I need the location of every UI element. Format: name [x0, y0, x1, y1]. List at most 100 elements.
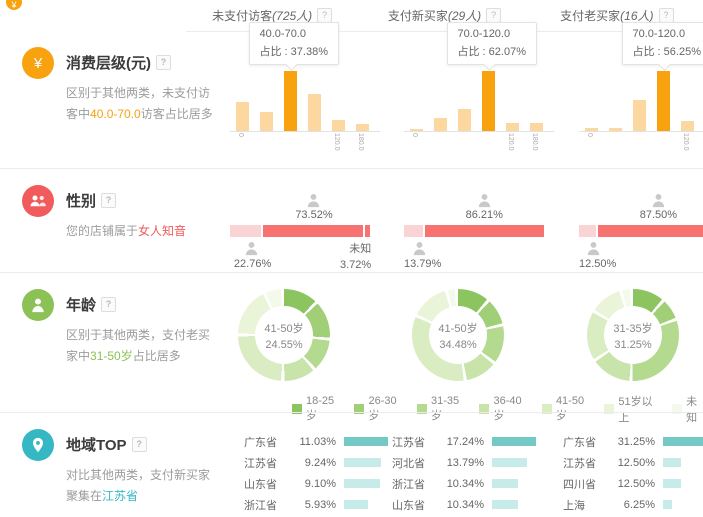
tooltip-value: 占比 : 62.07%	[458, 43, 526, 59]
region-bar[interactable]	[344, 458, 381, 467]
age-chart-new[interactable]: 41-50岁34.48%	[390, 273, 555, 413]
region-row: 浙江省10.34%	[392, 475, 550, 492]
tick-cell	[308, 133, 321, 155]
region-bar[interactable]	[663, 479, 681, 488]
region-bar[interactable]	[344, 437, 388, 446]
tick-cell: 120.0	[506, 133, 519, 155]
bar[interactable]	[458, 109, 471, 131]
help-icon[interactable]: ?	[132, 437, 147, 452]
gender-segment-female[interactable]	[598, 225, 703, 237]
gender-chart-unpaid[interactable]: 73.52%22.76%未知3.72%	[230, 169, 390, 273]
tooltip-range: 70.0-120.0	[633, 28, 701, 40]
region-row: 上海6.25%	[563, 496, 703, 513]
region-name: 河北省	[392, 455, 438, 471]
help-icon[interactable]: ?	[101, 193, 116, 208]
bar[interactable]	[585, 128, 598, 131]
region-percentage: 12.50%	[609, 457, 655, 469]
help-icon[interactable]: ?	[156, 55, 171, 70]
region-name: 浙江省	[392, 476, 438, 492]
gender-segment-male[interactable]	[230, 225, 261, 237]
help-icon[interactable]: ?	[101, 297, 116, 312]
region-bar[interactable]	[492, 437, 536, 446]
female-icon	[651, 193, 666, 208]
region-name: 江苏省	[563, 455, 609, 471]
region-bar[interactable]	[663, 500, 672, 509]
gender-segment-male[interactable]	[404, 225, 423, 237]
bar[interactable]	[506, 123, 519, 131]
gender-chart-repeat[interactable]: 87.50%12.50%	[555, 169, 703, 273]
region-bar[interactable]	[344, 479, 380, 488]
tick-label: 120.0	[682, 133, 689, 151]
region-percentage: 9.24%	[290, 457, 336, 469]
bar[interactable]	[530, 123, 543, 131]
region-bar[interactable]	[492, 458, 527, 467]
bar[interactable]	[410, 129, 423, 131]
donut-percentage: 24.55%	[265, 339, 302, 351]
region-bar[interactable]	[663, 437, 703, 446]
description-text: 您的店铺属于	[66, 224, 138, 238]
tooltip-range: 40.0-70.0	[260, 28, 328, 40]
region-name: 山东省	[392, 497, 438, 513]
bar[interactable]	[236, 102, 249, 131]
gender-chart-new[interactable]: 86.21%13.79%	[390, 169, 555, 273]
tooltip-value: 占比 : 37.38%	[260, 43, 328, 59]
male-icon	[412, 241, 427, 256]
donut-age-range: 41-50岁	[264, 320, 303, 336]
bar[interactable]	[260, 112, 273, 131]
bar-group[interactable]	[410, 71, 543, 131]
tick-cell	[284, 133, 297, 155]
tick-cell	[482, 133, 495, 155]
bar[interactable]	[681, 121, 694, 131]
bar[interactable]	[633, 100, 646, 131]
help-icon[interactable]: ?	[317, 8, 332, 23]
male-icon	[586, 241, 601, 256]
gender-segment-unknown[interactable]	[365, 225, 370, 237]
bar[interactable]	[332, 120, 345, 131]
gender-bar[interactable]	[230, 225, 370, 237]
bar-group[interactable]	[236, 71, 369, 131]
region-percentage: 10.34%	[438, 478, 484, 490]
help-icon[interactable]: ?	[486, 8, 501, 23]
male-icon	[244, 241, 259, 256]
people-icon	[22, 185, 54, 217]
gender-segment-female[interactable]	[425, 225, 544, 237]
help-icon[interactable]: ?	[659, 8, 674, 23]
donut-age-range: 31-35岁	[613, 320, 652, 336]
age-chart-repeat[interactable]: 31-35岁31.25%	[555, 273, 703, 413]
region-name: 江苏省	[392, 434, 438, 450]
bar[interactable]	[284, 71, 297, 131]
region-list-unpaid: 广东省11.03%江苏省9.24%山东省9.10%浙江省5.93%上海5.38%	[230, 413, 390, 517]
region-row: 山东省9.10%	[244, 475, 402, 492]
gender-info: 性别 ? 您的店铺属于女人知音	[0, 169, 230, 273]
bar[interactable]	[482, 71, 495, 131]
region-bar[interactable]	[344, 500, 368, 509]
age-chart-unpaid[interactable]: 41-50岁 24.55%	[230, 273, 390, 413]
bar[interactable]	[609, 128, 622, 131]
bar[interactable]	[356, 124, 369, 131]
consumption-chart-repeat[interactable]: 0120.0180.070.0-120.0占比 : 56.25%	[555, 31, 703, 168]
donut-center-label: 41-50岁 24.55%	[238, 289, 330, 381]
bar-group[interactable]	[585, 71, 703, 131]
donut-center-label: 31-35岁31.25%	[587, 289, 679, 381]
region-bar[interactable]	[663, 458, 681, 467]
bar[interactable]	[434, 118, 447, 131]
gender-segment-male[interactable]	[579, 225, 596, 237]
consumption-chart-unpaid[interactable]: 0120.0180.040.0-70.0占比 : 37.38%	[230, 31, 390, 168]
region-bar[interactable]	[492, 479, 518, 488]
section-title: 消费层级(元) ?	[66, 52, 218, 73]
person-icon	[22, 289, 54, 321]
bar[interactable]	[308, 94, 321, 131]
gender-bar[interactable]	[404, 225, 544, 237]
section-title: 年龄 ?	[66, 294, 218, 315]
gender-segment-female[interactable]	[263, 225, 363, 237]
region-row: 四川省12.50%	[563, 475, 703, 492]
partial-section-icon: ¥	[6, 0, 22, 10]
gender-bar[interactable]	[579, 225, 703, 237]
tick-label: 0	[586, 133, 593, 137]
section-age: 年龄 ? 区别于其他两类，支付老买家中31-50岁占比居多 41-50岁24.5…	[0, 272, 703, 413]
region-bar[interactable]	[492, 500, 518, 509]
section-gender: 性别 ? 您的店铺属于女人知音 73.52%22.76%未知3.72% 86.2…	[0, 168, 703, 273]
bar[interactable]	[657, 71, 670, 131]
tick-label: 180.0	[531, 133, 538, 151]
consumption-chart-new[interactable]: 0120.0180.070.0-120.0占比 : 62.07%	[390, 31, 555, 168]
